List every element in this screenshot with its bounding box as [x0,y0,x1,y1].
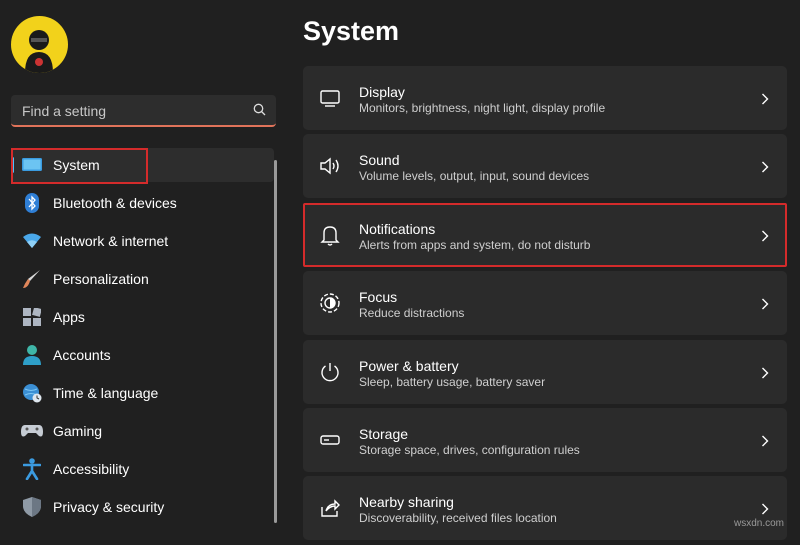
sidebar-item-system[interactable]: System [11,148,274,184]
apps-icon [21,306,43,328]
chevron-right-icon [761,434,769,452]
sidebar: System Bluetooth & devices Network & int… [0,0,290,531]
person-icon [21,344,43,366]
watermark: wsxdn.com [734,518,785,529]
search-input[interactable] [20,95,244,127]
card-subtitle: Storage space, drives, configuration rul… [359,442,580,457]
card-subtitle: Monitors, brightness, night light, displ… [359,101,606,115]
nav-list: System Bluetooth & devices Network & int… [11,148,274,528]
sidebar-item-privacy-security[interactable]: Privacy & security [11,490,274,524]
card-title: Sound [359,152,400,169]
sidebar-item-accessibility[interactable]: Accessibility [11,452,274,486]
card-title: Power & battery [359,357,459,374]
sidebar-item-personalization[interactable]: Personalization [11,262,274,296]
page-title: System [303,16,400,46]
sidebar-item-label: Gaming [53,423,103,439]
search-icon[interactable] [253,103,266,121]
chevron-right-icon [761,366,769,384]
storage-drive-icon [319,429,341,451]
bell-icon [319,224,341,246]
sidebar-item-label: Accessibility [53,461,130,477]
sidebar-item-label: Apps [53,309,85,325]
sidebar-scrollbar[interactable] [274,160,277,523]
bluetooth-icon [21,192,43,214]
paintbrush-icon [21,268,43,290]
card-title: Display [359,84,405,100]
setting-card-power-battery[interactable]: Power & battery Sleep, battery usage, ba… [303,339,787,404]
sidebar-item-time-language[interactable]: Time & language [11,376,274,410]
red-highlight-box [11,148,148,184]
chevron-right-icon [761,92,769,110]
setting-card-sound[interactable]: Sound Volume levels, output, input, soun… [303,134,787,199]
shield-icon [21,496,43,518]
sidebar-item-accounts[interactable]: Accounts [11,338,274,372]
sidebar-item-network[interactable]: Network & internet [11,224,274,258]
sidebar-item-label: Bluetooth & devices [53,195,177,211]
card-title: Notifications [359,220,436,237]
accessibility-icon [21,458,43,480]
card-subtitle: Alerts from apps and system, do not dist… [359,237,591,252]
focus-icon [319,292,341,314]
card-title: Nearby sharing [359,494,454,511]
wifi-icon [21,230,43,252]
chevron-right-icon [761,229,769,247]
sidebar-item-label: Time & language [53,385,159,401]
sidebar-item-label: Privacy & security [53,499,165,515]
card-subtitle: Discoverability, received files location [359,511,557,526]
avatar[interactable] [11,16,68,73]
share-icon [319,497,341,519]
sidebar-item-apps[interactable]: Apps [11,300,274,334]
sidebar-item-gaming[interactable]: Gaming [11,414,274,448]
sidebar-item-label: Accounts [53,347,111,363]
card-title: Focus [359,289,398,306]
search-box[interactable] [11,95,276,127]
speaker-icon [319,155,341,177]
setting-card-focus[interactable]: Focus Reduce distractions [303,271,787,336]
power-icon [319,361,341,383]
setting-card-notifications[interactable]: Notifications Alerts from apps and syste… [303,202,787,267]
chevron-right-icon [761,297,769,315]
display-icon [319,87,341,109]
sidebar-item-label: Personalization [53,271,149,287]
card-title: Storage [359,425,409,442]
sidebar-item-label: Network & internet [53,233,169,249]
card-subtitle: Volume levels, output, input, sound devi… [359,169,590,184]
setting-card-display[interactable]: Display Monitors, brightness, night ligh… [303,66,787,130]
card-subtitle: Reduce distractions [359,306,465,321]
setting-card-storage[interactable]: Storage Storage space, drives, configura… [303,407,787,472]
card-subtitle: Sleep, battery usage, battery saver [359,374,546,389]
gamepad-icon [21,420,43,442]
globe-clock-icon [21,382,43,404]
chevron-right-icon [761,160,769,178]
sidebar-item-bluetooth[interactable]: Bluetooth & devices [11,186,274,220]
settings-list: Display Monitors, brightness, night ligh… [303,66,787,545]
